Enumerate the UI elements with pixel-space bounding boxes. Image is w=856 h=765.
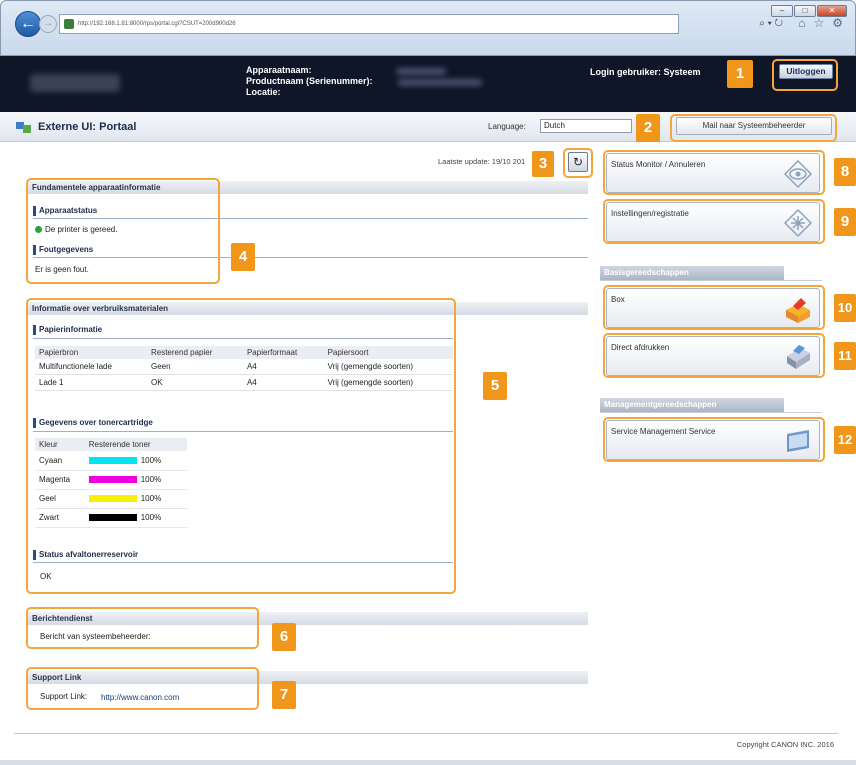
callout-number-9: 9 <box>834 208 856 236</box>
tools-gear-icon[interactable]: ⚙ <box>832 16 843 30</box>
browser-tool-icons: ⌂ ☆ ⚙ <box>798 16 843 30</box>
portal-icon <box>16 122 31 133</box>
device-name-value <box>396 68 446 75</box>
copyright: Copyright CANON INC. 2016 <box>736 740 834 749</box>
location-label: Locatie: <box>246 87 281 97</box>
callout-frame-6 <box>26 607 259 649</box>
callout-frame-9 <box>603 199 825 244</box>
callout-frame-8 <box>603 150 825 195</box>
management-tools-heading: Managementgereedschappen <box>600 398 784 412</box>
address-bar[interactable]: http://192.168.1.81:8000/rps/portal.cgi?… <box>59 14 679 34</box>
callout-number-7: 7 <box>272 681 296 709</box>
callout-number-12: 12 <box>834 426 856 454</box>
callout-frame-10 <box>603 285 825 330</box>
callout-frame-3 <box>563 148 593 178</box>
callout-frame-12 <box>603 417 825 462</box>
horizontal-scrollbar[interactable] <box>0 760 856 765</box>
callout-frame-4 <box>26 178 220 284</box>
device-name-label: Apparaatnaam: <box>246 65 312 75</box>
divider <box>600 280 822 281</box>
callout-number-4: 4 <box>231 243 255 271</box>
divider <box>600 412 822 413</box>
callout-number-1: 1 <box>727 60 753 88</box>
favorites-star-icon[interactable]: ☆ <box>813 16 824 30</box>
home-icon[interactable]: ⌂ <box>798 16 805 30</box>
canon-logo <box>30 74 120 92</box>
favicon-icon <box>64 19 74 29</box>
callout-number-10: 10 <box>834 294 856 322</box>
last-update: Laatste update: 19/10 201 <box>438 157 526 166</box>
forward-arrow-icon[interactable]: → <box>39 15 57 33</box>
login-user: Login gebruiker: Systeem <box>590 67 701 77</box>
callout-frame-11 <box>603 333 825 378</box>
device-labels: Apparaatnaam: Productnaam (Serienummer):… <box>246 65 373 98</box>
language-select[interactable]: Dutch <box>540 119 632 133</box>
callout-frame-2 <box>670 114 837 142</box>
callout-number-2: 2 <box>636 114 660 142</box>
minimize-icon[interactable]: – <box>771 5 793 17</box>
browser-toolbar: – □ ✕ ← → http://192.168.1.81:8000/rps/p… <box>0 0 856 56</box>
footer-divider <box>14 733 838 734</box>
page-title: Externe UI: Portaal <box>38 121 137 133</box>
language-label: Language: <box>488 122 526 131</box>
product-name-value <box>398 79 482 86</box>
callout-frame-5 <box>26 298 456 594</box>
url-text: http://192.168.1.81:8000/rps/portal.cgi?… <box>78 21 236 27</box>
back-arrow-icon[interactable]: ← <box>15 11 41 37</box>
callout-frame-7 <box>26 667 259 710</box>
product-name-label: Productnaam (Serienummer): <box>246 76 373 86</box>
callout-number-6: 6 <box>272 623 296 651</box>
callout-number-3: 3 <box>532 151 554 177</box>
callout-number-5: 5 <box>483 372 507 400</box>
callout-frame-1 <box>772 59 838 91</box>
basic-tools-heading: Basisgereedschappen <box>600 266 784 280</box>
search-refresh-icon[interactable]: ⌕ ▾ ↻ <box>759 18 783 29</box>
callout-number-11: 11 <box>834 342 856 370</box>
callout-number-8: 8 <box>834 158 856 186</box>
